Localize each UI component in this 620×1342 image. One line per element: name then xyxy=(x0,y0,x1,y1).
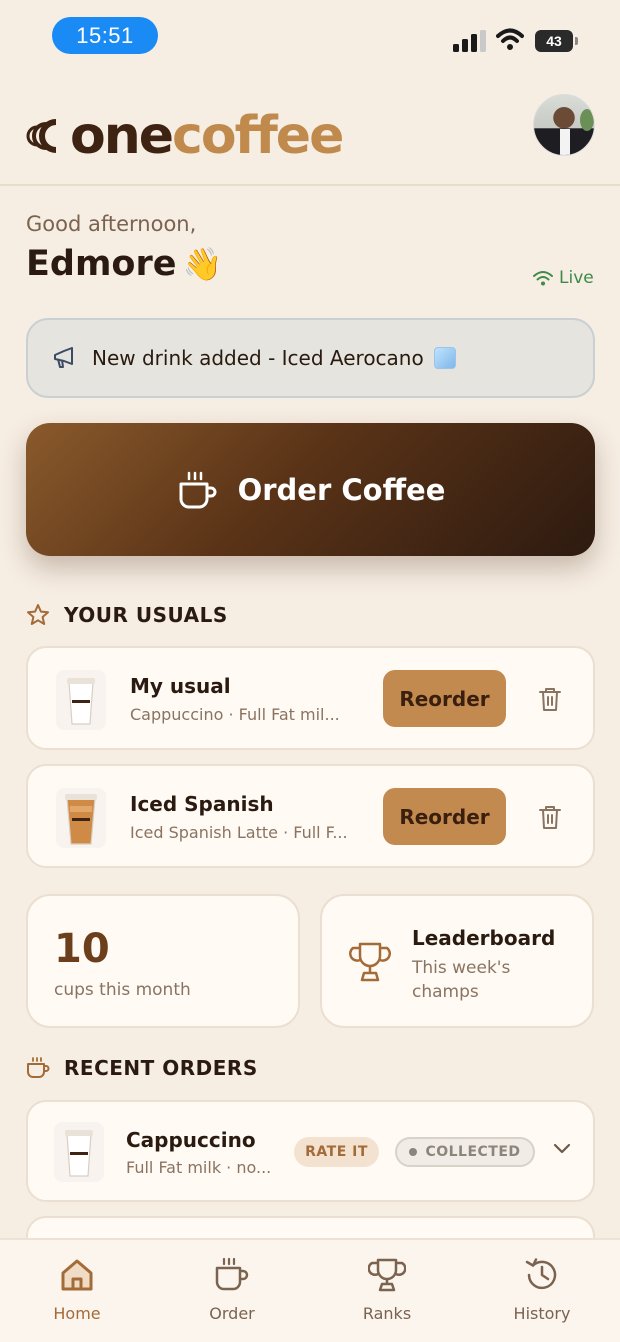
usual-name: My usual xyxy=(130,674,231,698)
star-icon xyxy=(27,604,49,625)
trash-icon[interactable] xyxy=(538,686,562,712)
announcement-banner[interactable]: New drink added - Iced Aerocano xyxy=(26,318,595,398)
megaphone-icon xyxy=(54,347,73,368)
nav-label: Order xyxy=(209,1304,255,1323)
ice-cube-icon xyxy=(433,347,456,369)
leaderboard-card[interactable]: Leaderboard This week's champs xyxy=(320,894,594,1028)
logo-text-coffee: coffee xyxy=(172,106,344,166)
logo-mark-icon xyxy=(26,119,57,153)
order-coffee-label: Order Coffee xyxy=(237,472,446,507)
cups-count: 10 xyxy=(54,926,110,972)
nav-history[interactable]: History xyxy=(487,1256,597,1323)
nav-label: Home xyxy=(53,1304,101,1323)
rate-it-button[interactable]: RATE IT xyxy=(294,1137,379,1167)
usual-name: Iced Spanish xyxy=(130,792,274,816)
usual-card[interactable]: Iced Spanish Iced Spanish Latte · Full F… xyxy=(26,764,595,868)
order-detail: Full Fat milk · no... xyxy=(126,1158,272,1177)
status-badge: COLLECTED xyxy=(395,1137,535,1167)
onecoffee-logo[interactable]: one coffee xyxy=(26,106,344,166)
reorder-button[interactable]: Reorder xyxy=(383,670,506,727)
reorder-button[interactable]: Reorder xyxy=(383,788,506,845)
usuals-section-title: YOUR USUALS xyxy=(26,603,228,627)
usual-detail: Iced Spanish Latte · Full F... xyxy=(130,823,348,842)
nav-order[interactable]: Order xyxy=(177,1256,287,1323)
usual-detail: Cappuccino · Full Fat mil... xyxy=(130,705,340,724)
iced-cup-icon xyxy=(56,788,106,848)
status-dot xyxy=(409,1148,418,1156)
order-name: Cappuccino xyxy=(126,1128,256,1152)
status-time: 15:51 xyxy=(52,17,158,54)
chevron-down-icon[interactable] xyxy=(553,1142,571,1156)
cups-this-month-card: 10 cups this month xyxy=(26,894,300,1028)
cups-label: cups this month xyxy=(54,980,191,1000)
status-text: COLLECTED xyxy=(425,1144,521,1160)
wifi-icon xyxy=(496,28,524,50)
recent-orders-section-title: RECENT ORDERS xyxy=(26,1056,258,1080)
nav-label: History xyxy=(513,1304,571,1323)
trash-icon[interactable] xyxy=(538,804,562,830)
coffee-cup-icon xyxy=(179,471,217,508)
usual-card[interactable]: My usual Cappuccino · Full Fat mil... Re… xyxy=(26,646,595,750)
coffee-cup-icon xyxy=(215,1257,249,1291)
cellular-signal-icon xyxy=(453,30,486,52)
trophy-icon xyxy=(368,1258,406,1292)
logo-text-one: one xyxy=(70,106,174,166)
live-wifi-icon xyxy=(533,271,553,286)
user-name-text: Edmore xyxy=(26,244,177,284)
hot-cup-icon xyxy=(54,1122,104,1182)
nav-label: Ranks xyxy=(362,1304,412,1323)
leaderboard-subtitle: This week's champs xyxy=(412,958,511,1002)
recent-orders-title-text: RECENT ORDERS xyxy=(64,1056,258,1080)
recent-order-row[interactable]: Cappuccino Full Fat milk · no... RATE IT… xyxy=(26,1100,595,1202)
cup-icon xyxy=(27,1057,50,1078)
battery-indicator: 43 xyxy=(535,30,578,52)
usuals-title-text: YOUR USUALS xyxy=(64,603,228,627)
nav-ranks[interactable]: Ranks xyxy=(332,1256,442,1323)
greeting-salutation: Good afternoon, xyxy=(26,212,197,236)
app-header: one coffee xyxy=(0,70,620,186)
user-avatar[interactable] xyxy=(533,94,595,156)
live-label: Live xyxy=(559,268,594,288)
nav-home[interactable]: Home xyxy=(22,1256,132,1323)
trophy-icon xyxy=(349,942,391,982)
wave-emoji: 👋 xyxy=(182,245,223,283)
announcement-text: New drink added - Iced Aerocano xyxy=(92,346,424,370)
home-icon xyxy=(61,1259,93,1291)
leaderboard-title: Leaderboard xyxy=(412,926,556,950)
order-coffee-button[interactable]: Order Coffee xyxy=(26,423,595,556)
live-indicator: Live xyxy=(533,268,594,288)
status-bar: 15:51 43 xyxy=(0,0,620,70)
history-icon xyxy=(525,1258,557,1290)
hot-cup-icon xyxy=(56,670,106,730)
greeting-name: Edmore 👋 xyxy=(26,244,222,284)
bottom-navigation: Home Order Ranks History xyxy=(0,1238,620,1342)
